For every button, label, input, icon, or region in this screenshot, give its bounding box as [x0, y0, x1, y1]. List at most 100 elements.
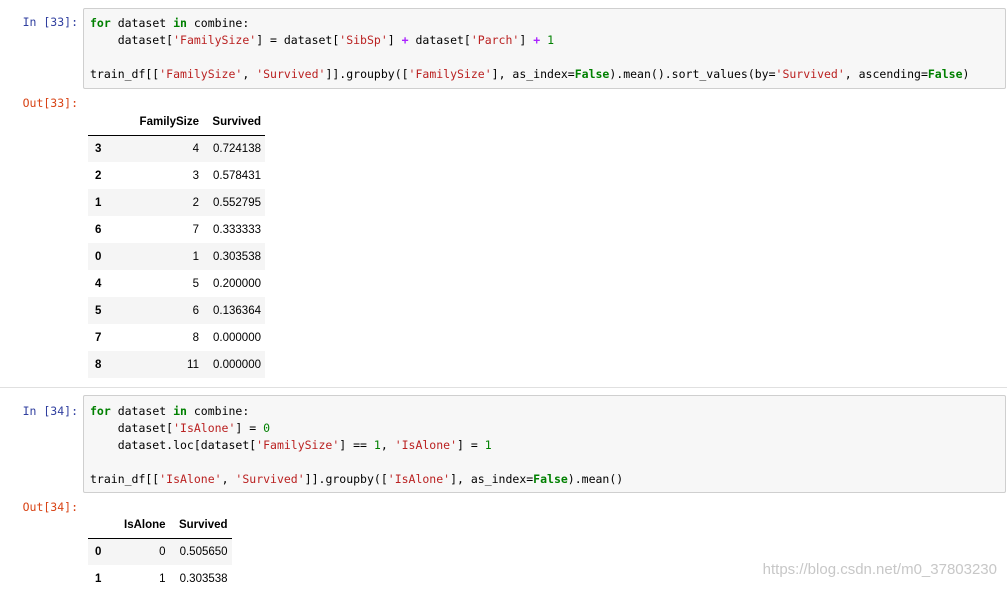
code-line: for dataset in combine:: [90, 403, 249, 420]
row-index: 7: [95, 331, 102, 344]
index-header: [88, 512, 118, 539]
output-prompt: Out[33]:: [22, 96, 78, 110]
table-cell: 7: [192, 223, 199, 236]
row-index: 0: [95, 545, 102, 558]
code-token: dataset[: [90, 421, 174, 435]
table-cell: 11: [187, 358, 199, 371]
code-line: train_df[['IsAlone', 'Survived']].groupb…: [90, 471, 623, 488]
table-cell: 6: [192, 304, 199, 317]
code-token: 'SibSp': [339, 33, 388, 47]
code-token: 1: [484, 438, 492, 452]
code-input-area[interactable]: for dataset in combine: dataset['FamilyS…: [83, 8, 1006, 89]
watermark: https://blog.csdn.net/m0_37803230: [762, 561, 997, 578]
code-token: ], as_index=: [450, 472, 534, 486]
code-token: 'Survived': [235, 472, 305, 486]
table-header-row: IsAlone Survived: [88, 512, 232, 539]
dataframe-output-table: FamilySize Survived 3 4 0.724138 2 3 0.578431 1…: [88, 109, 265, 378]
code-token: train_df[[: [90, 67, 160, 81]
table-cell: 0.000000: [213, 331, 261, 344]
code-token: 1: [547, 33, 554, 47]
code-token: +: [401, 33, 409, 47]
table-row: 6 7 0.333333: [88, 216, 265, 243]
table-cell: 0.578431: [213, 169, 261, 182]
code-token: False: [927, 67, 963, 81]
code-token: 'FamilySize': [408, 67, 492, 81]
code-token: dataset: [110, 16, 174, 30]
code-token: in: [173, 404, 187, 418]
table-cell: 4: [192, 142, 199, 155]
code-line: dataset['FamilySize'] = dataset['SibSp']…: [90, 32, 554, 49]
code-token: 'IsAlone': [173, 421, 236, 435]
input-prompt: In [34]:: [22, 404, 78, 418]
table-header-row: FamilySize Survived: [88, 109, 265, 136]
column-header: FamilySize: [118, 109, 203, 136]
code-token: dataset.loc[dataset[: [90, 438, 257, 452]
code-token: ).mean(): [567, 472, 624, 486]
code-token: 'IsAlone': [387, 472, 451, 486]
table-row: 4 5 0.200000: [88, 270, 265, 297]
code-token: 'Survived': [256, 67, 326, 81]
code-token: for: [90, 404, 111, 418]
code-token: ] = dataset[: [256, 33, 340, 47]
code-token: for: [90, 16, 111, 30]
code-token: combine:: [186, 404, 250, 418]
code-token: ): [962, 67, 970, 81]
table-cell: 0.505650: [179, 545, 228, 558]
code-token: 'IsAlone': [159, 472, 222, 486]
cell-divider: [0, 387, 1007, 388]
code-token: train_df[[: [90, 472, 160, 486]
table-row: 8 11 0.000000: [88, 351, 265, 378]
code-token: ]].groupby([: [325, 67, 409, 81]
code-token: ).mean().sort_values(by=: [609, 67, 776, 81]
code-line: dataset['IsAlone'] = 0: [90, 420, 270, 437]
row-index: 1: [95, 196, 102, 209]
table-cell: 2: [192, 196, 199, 209]
code-token: ] ==: [339, 438, 374, 452]
table-row: 0 0 0.505650: [88, 538, 232, 565]
row-index: 2: [95, 169, 102, 182]
row-index: 6: [95, 223, 102, 236]
table-row: 2 3 0.578431: [88, 162, 265, 189]
row-index: 8: [95, 358, 102, 371]
table-row: 1 2 0.552795: [88, 189, 265, 216]
table-cell: 0.333333: [213, 223, 261, 236]
code-line: dataset.loc[dataset['FamilySize'] == 1, …: [90, 437, 492, 454]
index-header: [88, 109, 118, 136]
column-header: IsAlone: [118, 512, 170, 539]
code-token: , ascending=: [844, 67, 928, 81]
code-token: ,: [221, 472, 236, 486]
code-token: 'Survived': [775, 67, 845, 81]
table-cell: 0.303538: [179, 572, 228, 585]
column-header: Survived: [169, 512, 232, 539]
code-token: False: [533, 472, 568, 486]
code-token: ,: [380, 438, 395, 452]
table-row: 3 4 0.724138: [88, 135, 265, 162]
table-cell: 1: [159, 572, 166, 585]
table-cell: 0: [159, 545, 166, 558]
code-token: 0: [263, 421, 271, 435]
table-cell: 8: [192, 331, 199, 344]
code-token: 'FamilySize': [173, 33, 257, 47]
table-row: 0 1 0.303538: [88, 243, 265, 270]
code-token: ], as_index=: [491, 67, 575, 81]
table-cell: 0.200000: [213, 277, 261, 290]
table-cell: 5: [192, 277, 199, 290]
code-token: ]].groupby([: [304, 472, 388, 486]
code-line: train_df[['FamilySize', 'Survived']].gro…: [90, 66, 969, 83]
input-prompt: In [33]:: [22, 15, 78, 29]
table-cell: 3: [192, 169, 199, 182]
table-row: 5 6 0.136364: [88, 297, 265, 324]
row-index: 4: [95, 277, 102, 290]
table-cell: 0.724138: [213, 142, 261, 155]
table-cell: 0.000000: [213, 358, 261, 371]
row-index: 5: [95, 304, 102, 317]
code-token: ]: [519, 33, 534, 47]
table-row: 1 1 0.303538: [88, 565, 232, 592]
code-input-area[interactable]: for dataset in combine: dataset['IsAlone…: [83, 395, 1006, 493]
code-token: 'Parch': [470, 33, 520, 47]
code-token: False: [574, 67, 610, 81]
table-cell: 0.552795: [213, 196, 261, 209]
code-token: ,: [242, 67, 257, 81]
code-token: ] =: [457, 438, 485, 452]
row-index: 0: [95, 250, 102, 263]
